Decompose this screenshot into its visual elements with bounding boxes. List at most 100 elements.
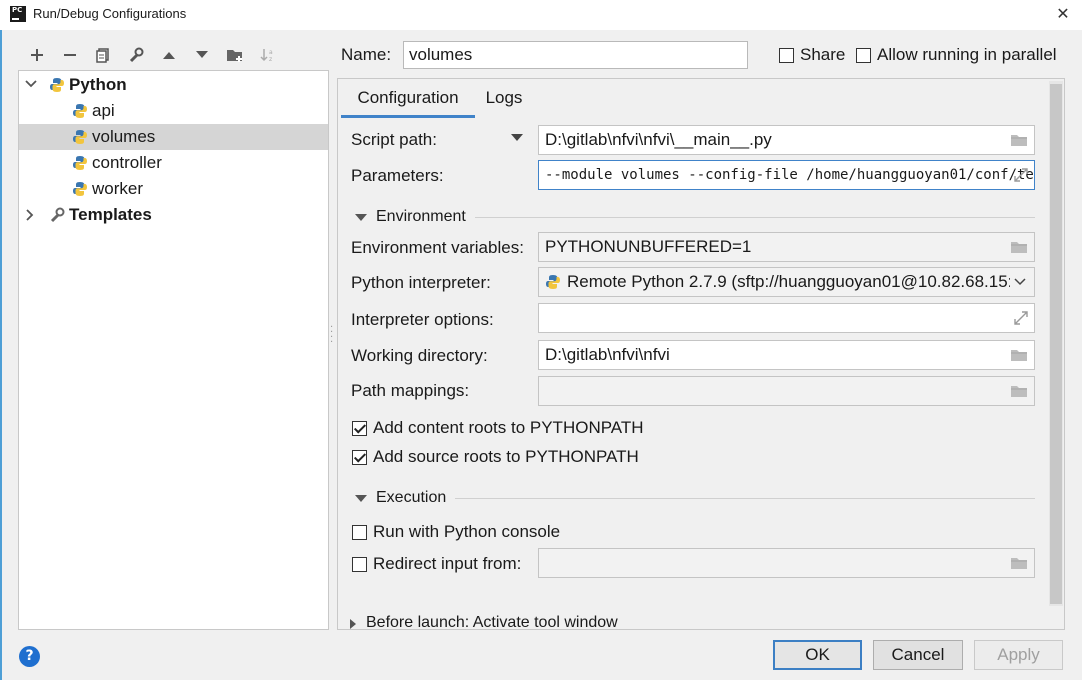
share-checkbox[interactable]: Share — [779, 45, 845, 65]
env-vars-value: PYTHONUNBUFFERED=1 — [545, 237, 752, 256]
expand-icon[interactable] — [1013, 167, 1029, 183]
redirect-input-field[interactable] — [538, 548, 1035, 578]
chevron-right-icon[interactable] — [25, 209, 35, 224]
section-divider — [475, 217, 1035, 218]
python-icon — [72, 103, 88, 119]
chevron-down-icon[interactable] — [25, 78, 37, 92]
help-icon[interactable]: ? — [19, 646, 40, 667]
interpreter-label: Python interpreter: — [351, 273, 491, 292]
folder-icon[interactable] — [1010, 240, 1028, 254]
folder-add-icon[interactable] — [218, 42, 251, 68]
collapse-icon[interactable] — [355, 494, 367, 502]
tree-item-label: worker — [92, 179, 144, 198]
script-path-label: Script path: — [351, 130, 437, 149]
svg-text:a: a — [269, 49, 273, 56]
expand-icon[interactable] — [1013, 310, 1029, 326]
working-dir-field[interactable]: D:\gitlab\nfvi\nfvi — [538, 340, 1035, 370]
folder-icon[interactable] — [1010, 556, 1028, 570]
chevron-right-icon[interactable] — [349, 614, 357, 629]
tree-node-python[interactable]: Python — [19, 72, 328, 98]
before-launch-clip: Before launch: Activate tool window — [338, 606, 1050, 629]
tree-item-api[interactable]: api — [19, 98, 328, 124]
cancel-button[interactable]: Cancel — [873, 640, 963, 670]
interp-options-field[interactable] — [538, 303, 1035, 333]
window-edge — [0, 30, 2, 680]
tree-item-label: api — [92, 101, 115, 120]
checkbox-box[interactable] — [352, 420, 367, 436]
working-dir-value: D:\gitlab\nfvi\nfvi — [545, 345, 670, 364]
folder-icon[interactable] — [1010, 133, 1028, 147]
allow-parallel-checkbox[interactable]: Allow running in parallel — [856, 45, 1057, 65]
working-dir-label: Working directory: — [351, 346, 488, 365]
svg-text:z: z — [269, 56, 272, 63]
script-type-dropdown-icon[interactable] — [511, 134, 523, 141]
move-down-icon[interactable] — [185, 42, 218, 68]
name-label: Name: — [341, 45, 392, 64]
tree-toolbar: az — [20, 42, 284, 68]
window-title: Run/Debug Configurations — [33, 6, 187, 21]
python-icon — [72, 155, 88, 171]
checkbox-box[interactable] — [856, 47, 871, 63]
sort-icon[interactable]: az — [251, 42, 284, 68]
interpreter-select[interactable]: Remote Python 2.7.9 (sftp://huangguoyan0… — [538, 267, 1035, 297]
parameters-value: --module volumes --config-file /home/hua… — [545, 167, 1034, 183]
parameters-label: Parameters: — [351, 166, 444, 185]
add-content-roots-checkbox[interactable]: Add content roots to PYTHONPATH — [352, 418, 644, 438]
close-icon[interactable]: ✕ — [1053, 4, 1073, 24]
environment-section-header[interactable]: Environment — [355, 208, 466, 226]
tree-item-volumes[interactable]: volumes — [19, 124, 328, 150]
title-bar: PC Run/Debug Configurations ✕ — [0, 0, 1082, 30]
tab-configuration[interactable]: Configuration — [341, 84, 475, 118]
checkbox-box[interactable] — [352, 524, 367, 540]
path-mappings-field[interactable] — [538, 376, 1035, 406]
run-console-checkbox[interactable]: Run with Python console — [352, 522, 560, 542]
parameters-field[interactable]: --module volumes --config-file /home/hua… — [538, 160, 1035, 190]
redirect-input-checkbox[interactable]: Redirect input from: — [352, 554, 521, 574]
tree-label-templates: Templates — [69, 205, 152, 224]
checkbox-box[interactable] — [352, 556, 367, 572]
add-content-roots-label: Add content roots to PYTHONPATH — [373, 418, 644, 437]
folder-icon[interactable] — [1010, 348, 1028, 362]
ok-button[interactable]: OK — [773, 640, 862, 670]
before-launch-label[interactable]: Before launch: Activate tool window — [366, 614, 618, 629]
add-source-roots-label: Add source roots to PYTHONPATH — [373, 447, 639, 466]
scrollbar-thumb[interactable] — [1050, 84, 1062, 604]
checkbox-box[interactable] — [352, 449, 367, 465]
collapse-icon[interactable] — [355, 213, 367, 221]
redirect-input-label: Redirect input from: — [373, 554, 522, 573]
remove-icon[interactable] — [53, 42, 86, 68]
folder-icon[interactable] — [1010, 384, 1028, 398]
environment-section-label: Environment — [376, 208, 466, 225]
path-mappings-label: Path mappings: — [351, 381, 470, 400]
tree-label-python: Python — [69, 75, 127, 94]
apply-button[interactable]: Apply — [974, 640, 1063, 670]
script-path-value: D:\gitlab\nfvi\nfvi\__main__.py — [545, 130, 772, 149]
name-input[interactable]: volumes — [403, 41, 748, 69]
add-source-roots-checkbox[interactable]: Add source roots to PYTHONPATH — [352, 447, 639, 467]
configuration-tree[interactable]: Python api volumes controller worker Tem… — [18, 70, 329, 630]
wrench-icon — [49, 207, 65, 227]
move-up-icon[interactable] — [152, 42, 185, 68]
execution-section-label: Execution — [376, 489, 447, 506]
tree-node-templates[interactable]: Templates — [19, 202, 328, 228]
env-vars-field[interactable]: PYTHONUNBUFFERED=1 — [538, 232, 1035, 262]
checkbox-box[interactable] — [779, 47, 794, 63]
interp-options-label: Interpreter options: — [351, 310, 494, 329]
chevron-down-icon[interactable] — [1010, 274, 1026, 290]
wrench-icon[interactable] — [119, 42, 152, 68]
tab-logs[interactable]: Logs — [475, 84, 533, 118]
splitter-handle[interactable]: · · · · — [330, 323, 334, 348]
pycharm-app-icon: PC — [10, 6, 26, 22]
script-path-field[interactable]: D:\gitlab\nfvi\nfvi\__main__.py — [538, 125, 1035, 155]
copy-icon[interactable] — [86, 42, 119, 68]
tree-item-worker[interactable]: worker — [19, 176, 328, 202]
python-icon — [72, 129, 88, 145]
tree-item-controller[interactable]: controller — [19, 150, 328, 176]
add-icon[interactable] — [20, 42, 53, 68]
run-console-label: Run with Python console — [373, 522, 561, 541]
python-icon — [72, 181, 88, 197]
tree-item-label: volumes — [92, 127, 156, 146]
execution-section-header[interactable]: Execution — [355, 489, 446, 507]
allow-parallel-label: Allow running in parallel — [877, 45, 1057, 64]
env-vars-label: Environment variables: — [351, 238, 524, 257]
